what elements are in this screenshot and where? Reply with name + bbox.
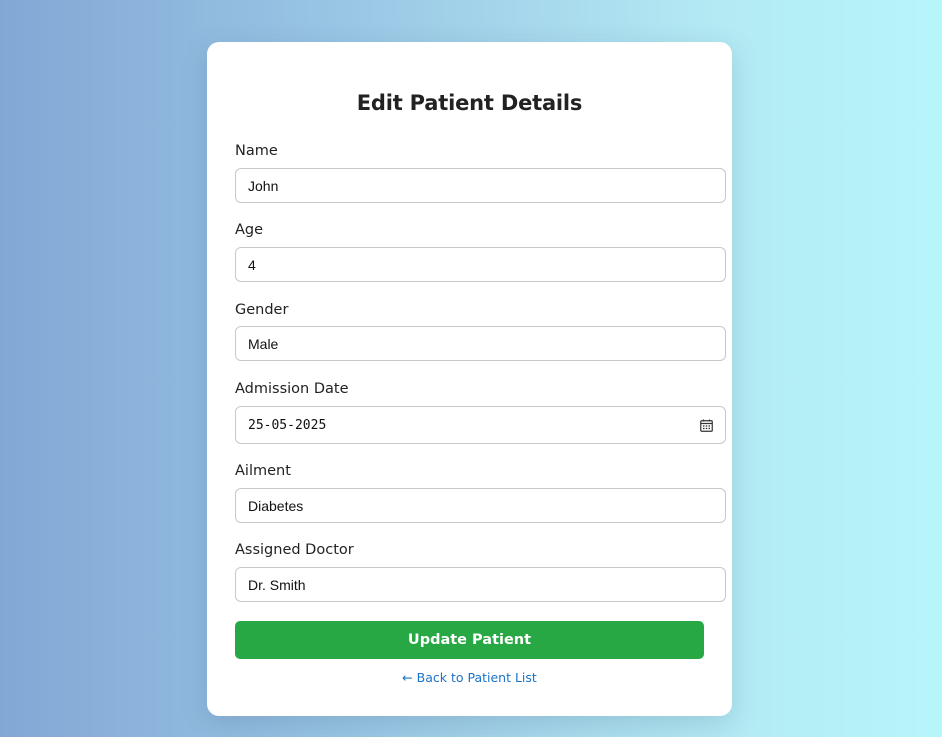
ailment-field[interactable]: Diabetes — [235, 488, 726, 523]
back-to-patient-list-link[interactable]: ← Back to Patient List — [207, 670, 732, 685]
ailment-label: Ailment — [235, 463, 291, 479]
edit-patient-card: Edit Patient Details Name John Age 4 Gen… — [207, 42, 732, 716]
ailment-value: Diabetes — [248, 497, 304, 514]
age-label: Age — [235, 222, 264, 238]
gender-label: Gender — [235, 302, 289, 318]
page-title: Edit Patient Details — [356, 91, 583, 115]
name-value: John — [248, 177, 279, 194]
gender-field[interactable]: Male — [235, 326, 726, 361]
name-label: Name — [235, 143, 278, 159]
age-value: 4 — [248, 256, 256, 273]
admission-date-label: Admission Date — [235, 381, 349, 397]
calendar-icon-glyph — [700, 419, 713, 432]
admission-date-value: 25-05-2025 — [248, 417, 327, 433]
name-field[interactable]: John — [235, 168, 726, 203]
update-patient-button[interactable]: Update Patient — [235, 621, 704, 659]
assigned-doctor-label: Assigned Doctor — [235, 542, 354, 558]
assigned-doctor-value: Dr. Smith — [248, 576, 306, 593]
age-field[interactable]: 4 — [235, 247, 726, 282]
gender-value: Male — [248, 335, 279, 352]
assigned-doctor-field[interactable]: Dr. Smith — [235, 567, 726, 602]
calendar-icon[interactable] — [700, 419, 713, 432]
admission-date-field[interactable]: 25-05-2025 — [235, 406, 726, 444]
